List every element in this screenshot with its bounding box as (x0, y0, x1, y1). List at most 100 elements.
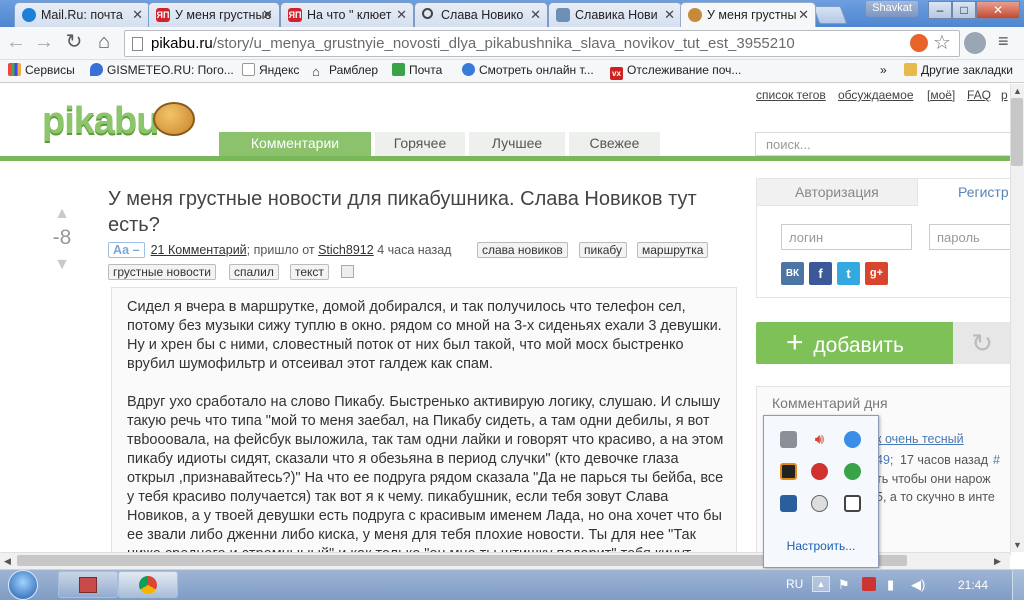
extension-icon[interactable] (910, 34, 928, 52)
bookmark-services[interactable]: Сервисы (8, 63, 75, 77)
bookmark-label: Яндекс (259, 63, 300, 77)
extension-badge-icon[interactable] (964, 32, 986, 54)
sync-tray-icon[interactable] (811, 463, 828, 480)
home-icon[interactable]: ⌂ (92, 31, 116, 55)
tags-list-link[interactable]: список тегов (756, 88, 826, 102)
tab-registration[interactable]: Регистр (917, 179, 1011, 206)
language-indicator[interactable]: RU (786, 577, 803, 591)
discussed-link[interactable]: обсуждаемое (838, 88, 914, 102)
site-logo[interactable]: pikabu (42, 100, 159, 143)
reload-icon[interactable]: ↻ (62, 31, 86, 55)
app-tray-icon[interactable] (844, 431, 861, 448)
add-label: добавить (813, 334, 904, 357)
tag-marshrutka[interactable]: маршрутка (637, 242, 709, 258)
downvote-icon[interactable]: ▼ (50, 256, 74, 274)
tab-comments[interactable]: Комментарии (219, 132, 371, 156)
bookmark-gismeteo[interactable]: GISMETEO.RU: Пого... (90, 63, 234, 77)
tab-authorization[interactable]: Авторизация (757, 179, 917, 206)
bookmark-label: Рамблер (329, 63, 379, 77)
post-title[interactable]: У меня грустные новости для пикабушника.… (108, 186, 738, 238)
scroll-right-icon[interactable]: ▶ (994, 556, 1001, 567)
tab-slavika[interactable]: Славика Нови ✕ (548, 2, 682, 27)
configure-tray-link[interactable]: Настроить... (764, 539, 878, 553)
close-tab-icon[interactable]: ✕ (262, 7, 273, 23)
speaker-tray-icon[interactable]: 🔊︎ (811, 431, 828, 448)
security-tray-icon[interactable] (862, 577, 876, 591)
scroll-up-icon[interactable]: ▲ (1013, 86, 1022, 96)
tag-pikabu[interactable]: пикабу (579, 242, 627, 258)
tab-active-pikabu[interactable]: У меня грустны ✕ (680, 2, 816, 27)
cotd-link[interactable]: к очень тесный (876, 432, 964, 446)
url-path: /story/u_menya_grustnyie_novosti_dlya_pi… (212, 35, 795, 52)
display-tray-icon[interactable] (780, 495, 797, 512)
minimize-button[interactable]: – (928, 1, 952, 19)
menu-icon[interactable]: ≡ (998, 31, 1009, 52)
address-bar[interactable]: pikabu.ru/story/u_menya_grustnyie_novost… (124, 30, 960, 57)
show-desktop-button[interactable] (1012, 570, 1024, 600)
bookmarks-overflow-button[interactable]: » (880, 63, 887, 77)
close-tab-icon[interactable]: ✕ (396, 7, 407, 23)
torrent-tray-icon[interactable] (844, 463, 861, 480)
close-tab-icon[interactable]: ✕ (530, 7, 541, 23)
twitter-icon[interactable]: t (837, 262, 860, 285)
maximize-button[interactable]: □ (952, 1, 976, 19)
tab-pikabu-2[interactable]: ЯП На что " клюет ✕ (280, 2, 414, 27)
tag-sad-news[interactable]: грустные новости (108, 264, 216, 280)
signal-tray-icon[interactable]: ▮ (887, 577, 894, 593)
bookmark-rambler[interactable]: ⌂ Рамблер (312, 63, 378, 79)
close-tab-icon[interactable]: ✕ (664, 7, 675, 23)
tab-best[interactable]: Лучшее (469, 132, 565, 156)
comments-link[interactable]: 21 Комментарий (151, 243, 247, 257)
close-window-button[interactable]: ✕ (976, 1, 1020, 19)
cotd-hash-link[interactable]: # (993, 453, 1000, 467)
add-post-button[interactable]: + добавить (756, 322, 953, 364)
vk-icon[interactable]: ВК (781, 262, 804, 285)
tab-mailru[interactable]: Mail.Ru: почта ✕ (14, 2, 150, 27)
flag-tray-icon[interactable]: ⚑ (838, 577, 850, 593)
upvote-icon[interactable]: ▲ (50, 205, 74, 223)
my-link[interactable]: [моё] (927, 88, 955, 102)
tab-fresh[interactable]: Свежее (569, 132, 660, 156)
vertical-scroll-thumb[interactable] (1011, 98, 1023, 166)
facebook-icon[interactable]: f (809, 262, 832, 285)
close-tab-icon[interactable]: ✕ (132, 7, 143, 23)
other-bookmarks[interactable]: Другие закладки (904, 63, 1013, 77)
cat-tray-icon[interactable] (811, 495, 828, 512)
bookmark-mail[interactable]: Почта (392, 63, 442, 77)
tab-pikabu-1[interactable]: ЯП У меня грустные ✕ (148, 2, 280, 27)
tag-spalil[interactable]: спалил (229, 264, 279, 280)
taskbar-app-chrome[interactable] (118, 571, 178, 598)
google-plus-icon[interactable]: g+ (865, 262, 888, 285)
forward-arrow-icon[interactable]: → (32, 31, 56, 55)
save-icon[interactable] (341, 265, 354, 278)
bookmark-yandex[interactable]: Яндекс (242, 63, 299, 77)
bookmark-watch-online[interactable]: Смотреть онлайн т... (462, 63, 594, 77)
author-link[interactable]: Stich8912 (318, 243, 374, 257)
volume-tray-icon[interactable]: ◀) (911, 577, 925, 593)
login-input[interactable]: логин (781, 224, 912, 250)
faq-link[interactable]: FAQ (967, 88, 991, 102)
tab-hot[interactable]: Горячее (375, 132, 465, 156)
font-size-toggle[interactable]: Аа – (108, 242, 145, 258)
network-tray-icon[interactable] (780, 431, 797, 448)
tag-text[interactable]: текст (290, 264, 329, 280)
bookmark-star-icon[interactable]: ☆ (933, 30, 951, 55)
start-button[interactable] (6, 569, 44, 600)
search-input[interactable]: поиск... (755, 132, 1011, 156)
media-tray-icon[interactable] (780, 463, 797, 480)
bookmark-tracking[interactable]: vx Отслеживание поч... (610, 63, 741, 80)
scroll-left-icon[interactable]: ◀ (4, 556, 11, 567)
tag-slava-novikov[interactable]: слава новиков (477, 242, 568, 258)
refresh-icon[interactable]: ↻ (953, 322, 1011, 364)
tab-search[interactable]: Слава Новико ✕ (414, 2, 548, 27)
profile-badge[interactable]: Shavkat (866, 1, 918, 17)
taskbar-app-explorer[interactable] (58, 571, 118, 598)
password-input[interactable]: пароль (929, 224, 1011, 250)
scroll-down-icon[interactable]: ▼ (1013, 540, 1022, 550)
device-tray-icon[interactable] (844, 495, 861, 512)
more-link[interactable]: р (1001, 88, 1008, 102)
back-arrow-icon[interactable]: ← (4, 31, 28, 55)
show-hidden-icons-icon[interactable]: ▲ (812, 576, 830, 592)
clock[interactable]: 21:44 (958, 578, 988, 592)
close-tab-icon[interactable]: ✕ (798, 7, 809, 23)
